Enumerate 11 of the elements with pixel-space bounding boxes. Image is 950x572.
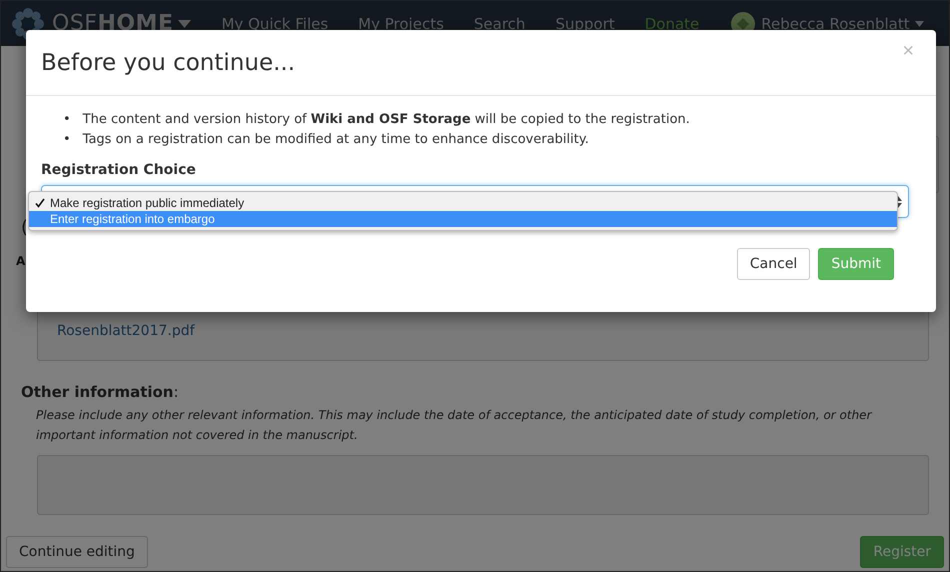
field-label: Other information <box>21 383 174 401</box>
bullet-marker: • <box>63 131 71 149</box>
bullet-text: Tags on a registration can be modified at any time to enhance discoverability. <box>82 131 589 149</box>
modal-title: Before you continue... <box>41 50 296 76</box>
section-label: A <box>16 253 26 270</box>
section-label: ( <box>21 218 28 238</box>
bullet-text: The content and version history of Wiki and OSF Storage will be copied to the registration. <box>82 111 690 129</box>
bullet-marker: • <box>63 111 71 129</box>
colon-text: : <box>174 383 179 401</box>
help-text: Please include any other relevant information. This may include the date of acceptance, the anticipated date of study completion, or other important information not covered in the manuscript. <box>36 407 874 444</box>
field-label: Registration Choice <box>41 162 197 178</box>
